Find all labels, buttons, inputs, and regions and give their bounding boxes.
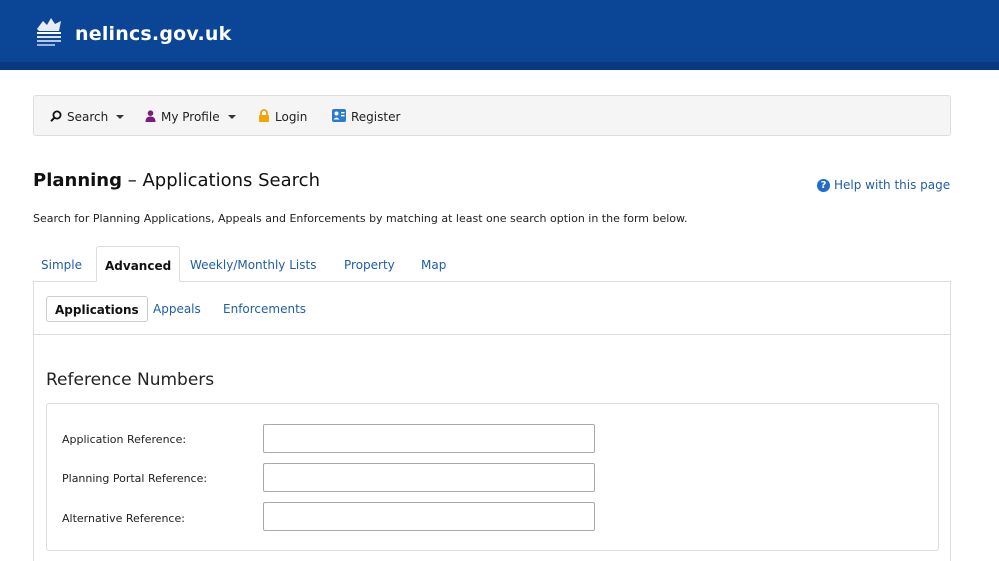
search-tabs: Simple Advanced Weekly/Monthly Lists Pro… bbox=[33, 246, 951, 282]
user-icon bbox=[145, 109, 156, 125]
search-menu-label: Search bbox=[67, 110, 109, 124]
register-icon bbox=[332, 109, 346, 125]
page-title-strong: Planning bbox=[33, 170, 123, 191]
tab-property[interactable]: Property bbox=[336, 246, 403, 282]
intro-text: Search for Planning Applications, Appeal… bbox=[33, 212, 688, 225]
help-link[interactable]: ? Help with this page bbox=[817, 178, 950, 192]
alternative-reference-label: Alternative Reference: bbox=[62, 512, 185, 525]
chevron-down-icon bbox=[116, 115, 125, 119]
login-label: Login bbox=[275, 110, 308, 124]
planning-portal-reference-input[interactable] bbox=[263, 463, 595, 492]
advanced-tab-panel: Applications Appeals Enforcements Refere… bbox=[33, 281, 951, 561]
subtab-appeals[interactable]: Appeals bbox=[145, 296, 209, 322]
site-header: nelincs.gov.uk bbox=[0, 0, 999, 62]
lock-icon bbox=[258, 109, 270, 125]
my-profile-label: My Profile bbox=[161, 110, 220, 124]
search-menu[interactable]: Search bbox=[50, 109, 125, 125]
tab-weekly-monthly-lists[interactable]: Weekly/Monthly Lists bbox=[182, 246, 324, 282]
page-title-rest: – Applications Search bbox=[122, 170, 320, 191]
register-label: Register bbox=[351, 110, 401, 124]
header-accent-strip bbox=[0, 62, 999, 70]
application-reference-label: Application Reference: bbox=[62, 433, 187, 446]
help-icon: ? bbox=[817, 178, 830, 192]
search-icon bbox=[50, 110, 62, 125]
tab-advanced[interactable]: Advanced bbox=[96, 246, 181, 282]
application-reference-input[interactable] bbox=[263, 424, 595, 453]
council-crest-icon[interactable] bbox=[33, 15, 65, 49]
subtab-enforcements[interactable]: Enforcements bbox=[215, 296, 314, 322]
page-title: Planning – Applications Search bbox=[33, 170, 320, 191]
alternative-reference-input[interactable] bbox=[263, 502, 595, 531]
tab-map[interactable]: Map bbox=[413, 246, 454, 282]
my-profile-menu[interactable]: My Profile bbox=[145, 109, 236, 125]
advanced-subtabs: Applications Appeals Enforcements bbox=[34, 282, 950, 335]
reference-numbers-fieldset: Application Reference: Planning Portal R… bbox=[46, 403, 939, 551]
subtab-applications[interactable]: Applications bbox=[46, 296, 148, 322]
login-link[interactable]: Login bbox=[258, 109, 307, 125]
register-link[interactable]: Register bbox=[332, 109, 400, 125]
site-name[interactable]: nelincs.gov.uk bbox=[75, 23, 231, 45]
help-link-label: Help with this page bbox=[834, 178, 951, 192]
planning-portal-reference-label: Planning Portal Reference: bbox=[62, 472, 208, 485]
main-navbar: Search My Profile Login Register bbox=[33, 95, 951, 136]
chevron-down-icon bbox=[227, 115, 236, 119]
reference-numbers-heading: Reference Numbers bbox=[46, 370, 215, 390]
tab-simple[interactable]: Simple bbox=[33, 246, 90, 282]
